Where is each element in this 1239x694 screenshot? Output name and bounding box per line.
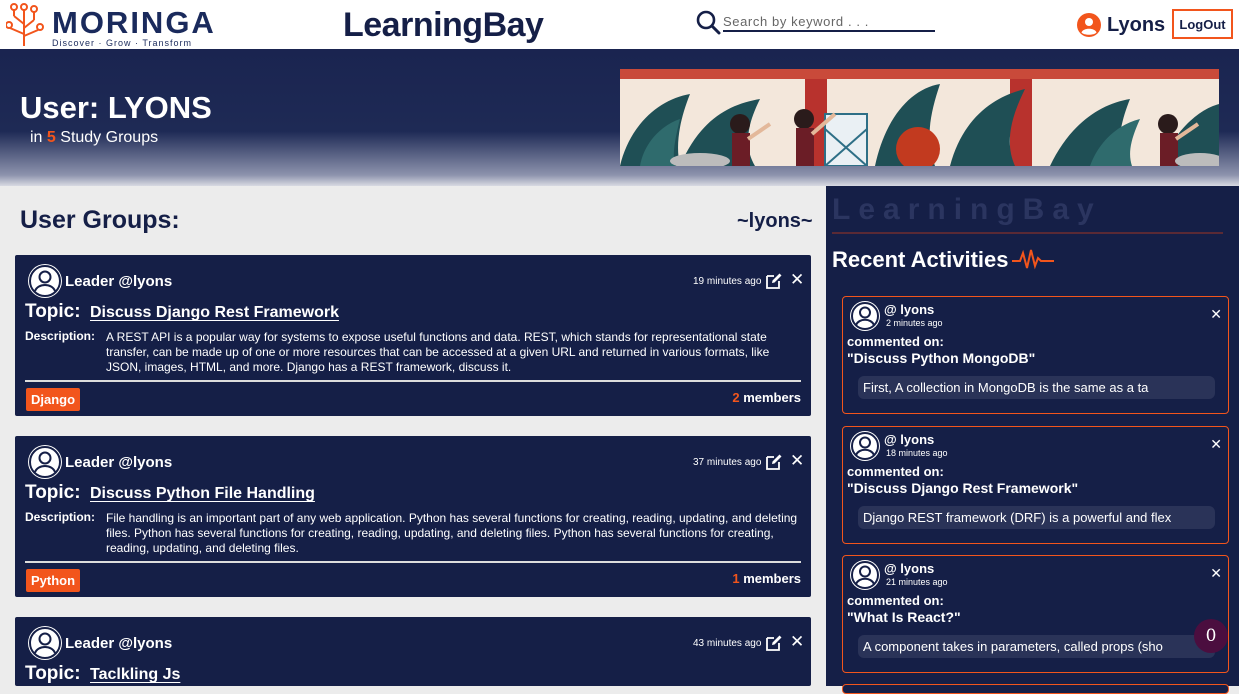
group-count: 5 (46, 129, 56, 146)
activity-user[interactable]: @ lyons (884, 432, 934, 447)
profile-subtitle: in 5 Study Groups (30, 129, 158, 147)
user-avatar-icon (851, 561, 879, 589)
user-avatar-icon (851, 302, 879, 330)
search-bar (695, 9, 935, 35)
sidebar-brand: LearningBay (832, 193, 1102, 226)
close-icon[interactable]: ✕ (1210, 306, 1222, 323)
activity-avatar[interactable] (850, 431, 880, 461)
recent-activities-title: Recent Activities (832, 247, 1009, 272)
user-profile-link[interactable]: Lyons (1077, 13, 1165, 37)
activity-card[interactable]: @ lyons 18 minutes ago ✕ commented on: "… (842, 426, 1229, 544)
group-leader[interactable]: Leader @lyons (65, 635, 172, 652)
topic-tag[interactable]: Python (26, 569, 81, 592)
logo-tagline: Discover · Grow · Transform (52, 38, 193, 48)
close-icon[interactable]: ✕ (1210, 436, 1222, 453)
activity-subject[interactable]: "Discuss Python MongoDB" (847, 350, 1035, 366)
activity-subject[interactable]: "Discuss Django Rest Framework" (847, 480, 1078, 496)
group-leader[interactable]: Leader @lyons (65, 454, 172, 471)
profile-title: User: LYONS (20, 90, 212, 125)
subtitle-suffix: Study Groups (60, 129, 159, 146)
profile-header: User: LYONS in 5 Study Groups (0, 49, 1239, 186)
group-timestamp: 37 minutes ago (693, 457, 762, 468)
notification-badge[interactable]: 0 (1194, 619, 1228, 653)
header-banner-illustration (620, 69, 1219, 166)
recent-activities-sidebar: LearningBay Recent Activities @ lyons 2 … (826, 186, 1239, 694)
leader-avatar[interactable] (28, 445, 62, 479)
group-timestamp: 19 minutes ago (693, 276, 762, 287)
activity-message: Django REST framework (DRF) is a powerfu… (858, 506, 1215, 529)
activity-action: commented on: (847, 334, 944, 349)
topic-tag[interactable]: Django (26, 388, 81, 411)
activity-user[interactable]: @ lyons (884, 561, 934, 576)
group-card[interactable]: Leader @lyons 19 minutes ago ✕ Topic: Di… (15, 255, 811, 416)
topic-label: Topic: (25, 663, 81, 684)
delete-icon[interactable]: ✕ (790, 270, 804, 290)
site-brand[interactable]: LearningBay (343, 6, 544, 45)
delete-icon[interactable]: ✕ (790, 451, 804, 471)
user-handle: ~lyons~ (737, 210, 813, 232)
member-number: 1 (732, 571, 740, 586)
activity-user[interactable]: @ lyons (884, 302, 934, 317)
activity-card[interactable]: @ lyons 21 minutes ago ✕ commented on: "… (842, 555, 1229, 673)
description-label: Description: (25, 329, 96, 343)
sidebar-divider (832, 232, 1223, 234)
pulse-icon (1012, 249, 1055, 270)
activity-time: 18 minutes ago (886, 448, 948, 458)
activity-action: commented on: (847, 464, 944, 479)
delete-icon[interactable]: ✕ (790, 632, 804, 652)
user-avatar-icon (29, 265, 61, 297)
member-count: 2 members (732, 390, 801, 405)
group-topic-link[interactable]: Discuss Python File Handling (90, 485, 315, 503)
activity-subject[interactable]: "What Is React?" (847, 609, 961, 625)
edit-icon[interactable] (765, 634, 783, 652)
logout-button[interactable]: LogOut (1172, 9, 1233, 39)
moringa-logo[interactable]: MORINGA Discover · Grow · Transform (6, 2, 214, 48)
topic-label: Topic: (25, 482, 81, 503)
activity-avatar[interactable] (850, 301, 880, 331)
group-leader[interactable]: Leader @lyons (65, 273, 172, 290)
close-icon[interactable]: ✕ (1210, 565, 1222, 582)
topic-label: Topic: (25, 301, 81, 322)
group-description: A REST API is a popular way for systems … (106, 330, 770, 374)
leader-avatar[interactable] (28, 264, 62, 298)
members-label: members (743, 390, 801, 405)
user-avatar-icon (29, 446, 61, 478)
card-divider (25, 380, 801, 382)
nav-username: Lyons (1107, 13, 1166, 36)
banner-illustration (620, 69, 1219, 166)
group-timestamp: 43 minutes ago (693, 638, 762, 649)
recent-activities-heading: Recent Activities (832, 247, 1055, 273)
search-input[interactable] (723, 12, 935, 32)
group-card[interactable]: Leader @lyons 43 minutes ago ✕ Topic: Ta… (15, 617, 811, 686)
logo-tree-icon (6, 3, 44, 46)
group-topic-link[interactable]: Taclkling Js (90, 666, 180, 684)
member-count: 1 members (732, 571, 801, 586)
activity-card[interactable]: @ lyons 2 minutes ago ✕ commented on: "D… (842, 296, 1229, 414)
user-avatar-icon (1077, 13, 1101, 37)
user-groups-heading: User Groups: (20, 206, 180, 234)
logo-wordmark: MORINGA (52, 5, 216, 40)
activity-time: 2 minutes ago (886, 318, 943, 328)
activity-action: commented on: (847, 593, 944, 608)
group-description: File handling is an important part of an… (106, 511, 798, 555)
description-label: Description: (25, 510, 96, 524)
top-navbar: MORINGA Discover · Grow · Transform Lear… (0, 0, 1239, 49)
activity-message: First, A collection in MongoDB is the sa… (858, 376, 1215, 399)
activity-time: 21 minutes ago (886, 577, 948, 587)
user-avatar-icon (851, 432, 879, 460)
activity-message: A component takes in parameters, called … (858, 635, 1215, 658)
subtitle-prefix: in (30, 129, 43, 146)
activity-avatar[interactable] (850, 560, 880, 590)
search-icon[interactable] (695, 9, 721, 35)
card-divider (25, 561, 801, 563)
group-card[interactable]: Leader @lyons 37 minutes ago ✕ Topic: Di… (15, 436, 811, 597)
group-topic-link[interactable]: Discuss Django Rest Framework (90, 304, 339, 322)
member-number: 2 (732, 390, 740, 405)
user-avatar-icon (29, 627, 61, 659)
members-label: members (743, 571, 801, 586)
leader-avatar[interactable] (28, 626, 62, 660)
edit-icon[interactable] (765, 272, 783, 290)
edit-icon[interactable] (765, 453, 783, 471)
